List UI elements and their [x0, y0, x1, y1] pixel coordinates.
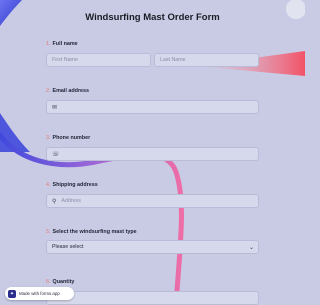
mast-type-selected-value: Please select: [52, 244, 84, 250]
question-number: 4.: [46, 182, 51, 188]
phone-icon: ☏: [52, 151, 60, 158]
order-form: Windsurfing Mast Order Form 1. Full name …: [0, 0, 305, 305]
phone-field[interactable]: ☏: [46, 147, 259, 161]
question-phone-label: 3. Phone number: [46, 135, 90, 141]
chevron-down-icon: ⌄: [248, 244, 254, 251]
question-email-label: 2. Email address: [46, 88, 89, 94]
question-mast-type-label: 5. Select the windsurfing mast type: [46, 229, 137, 235]
email-field[interactable]: ✉: [46, 100, 259, 114]
first-name-input[interactable]: First Name: [46, 53, 151, 67]
question-quantity-label: 6. Quantity: [46, 279, 74, 285]
forms-app-logo-icon: ✦: [8, 289, 16, 298]
question-number: 5.: [46, 229, 51, 235]
address-placeholder: Address: [61, 198, 81, 204]
quantity-field[interactable]: [46, 291, 259, 305]
question-number: 3.: [46, 135, 51, 141]
mast-type-select[interactable]: Please select ⌄: [46, 240, 259, 254]
envelope-icon: ✉: [52, 104, 58, 111]
made-with-forms-app-badge[interactable]: ✦ Made with forms.app: [5, 287, 74, 300]
question-text: Email address: [52, 88, 90, 94]
question-text: Phone number: [52, 135, 91, 141]
question-text: Quantity: [52, 279, 75, 285]
question-number: 1.: [46, 41, 51, 47]
question-text: Full name: [52, 41, 78, 47]
question-number: 6.: [46, 279, 51, 285]
question-address-label: 4. Shipping address: [46, 182, 98, 188]
question-text: Shipping address: [52, 182, 98, 188]
form-title: Windsurfing Mast Order Form: [85, 12, 220, 23]
location-pin-icon: ⚲: [52, 198, 57, 205]
question-full-name-label: 1. Full name: [46, 41, 78, 47]
last-name-input[interactable]: Last Name: [154, 53, 259, 67]
question-text: Select the windsurfing mast type: [52, 229, 137, 235]
badge-text: Made with forms.app: [19, 291, 60, 296]
address-field[interactable]: ⚲ Address: [46, 194, 259, 208]
question-number: 2.: [46, 88, 51, 94]
